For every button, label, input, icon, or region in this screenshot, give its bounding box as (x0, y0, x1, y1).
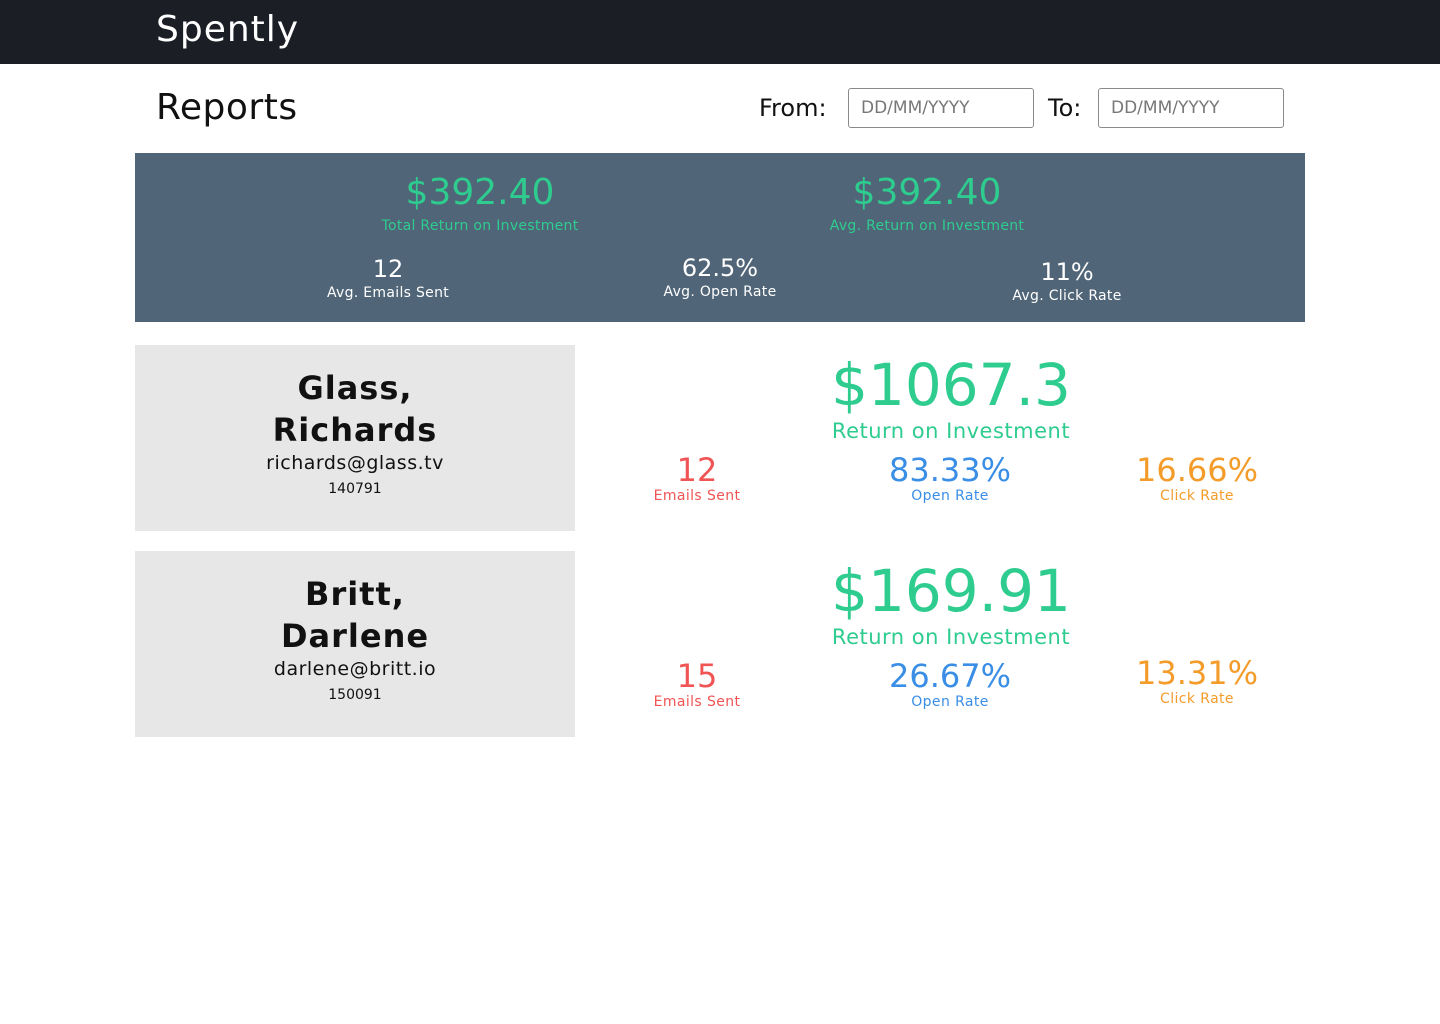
brand-logo[interactable]: Spently (156, 8, 299, 52)
avg-emails-summary: 12 Avg. Emails Sent (327, 254, 449, 302)
client-id: 150091 (328, 687, 382, 703)
emails-sent-value: 12 (676, 451, 718, 489)
summary-panel: $392.40 Total Return on Investment $392.… (135, 153, 1305, 322)
client-name: Britt, Darlene (135, 573, 575, 657)
emails-sent-stat: 12 Emails Sent (654, 453, 741, 505)
client-card[interactable]: Britt, Darlene darlene@britt.io 150091 (135, 551, 575, 737)
avg-roi-summary: $392.40 Avg. Return on Investment (830, 171, 1024, 235)
client-name-line2: Darlene (280, 617, 430, 655)
open-rate-value: 83.33% (888, 451, 1012, 489)
client-name: Glass, Richards (135, 367, 575, 451)
emails-sent-stat: 15 Emails Sent (654, 659, 741, 711)
open-rate-stat: 83.33% Open Rate (889, 453, 1011, 505)
total-roi-label: Total Return on Investment (381, 218, 579, 234)
open-rate-label: Open Rate (911, 694, 989, 710)
open-rate-value: 26.67% (888, 657, 1012, 695)
emails-sent-label: Emails Sent (653, 694, 741, 710)
top-navbar: Spently (0, 0, 1440, 64)
avg-emails-label: Avg. Emails Sent (326, 285, 450, 301)
roi-value: $1067.3 (831, 351, 1071, 419)
from-label: From: (759, 94, 827, 122)
click-rate-label: Click Rate (1160, 488, 1234, 504)
open-rate-stat: 26.67% Open Rate (889, 659, 1011, 711)
avg-open-value: 62.5% (681, 254, 759, 282)
page-title: Reports (156, 87, 298, 128)
client-name-line2: Richards (272, 411, 438, 449)
avg-open-summary: 62.5% Avg. Open Rate (664, 253, 777, 301)
avg-click-summary: 11% Avg. Click Rate (1012, 257, 1121, 305)
emails-sent-label: Emails Sent (653, 488, 741, 504)
total-roi-summary: $392.40 Total Return on Investment (381, 171, 578, 235)
avg-open-label: Avg. Open Rate (663, 284, 777, 300)
total-roi-value: $392.40 (405, 172, 555, 213)
client-name-line1: Glass, (297, 369, 413, 407)
from-date-input[interactable] (848, 88, 1034, 128)
client-card[interactable]: Glass, Richards richards@glass.tv 140791 (135, 345, 575, 531)
avg-roi-value: $392.40 (852, 172, 1002, 213)
roi-label: Return on Investment (831, 625, 1071, 649)
open-rate-label: Open Rate (911, 488, 989, 504)
click-rate-stat: 13.31% Click Rate (1136, 656, 1258, 708)
click-rate-value: 13.31% (1135, 654, 1259, 692)
client-id: 140791 (328, 481, 382, 497)
click-rate-value: 16.66% (1135, 451, 1259, 489)
avg-click-label: Avg. Click Rate (1012, 288, 1122, 304)
click-rate-label: Click Rate (1160, 691, 1234, 707)
click-rate-stat: 16.66% Click Rate (1136, 453, 1258, 505)
to-date-input[interactable] (1098, 88, 1284, 128)
avg-emails-value: 12 (372, 255, 404, 283)
avg-roi-label: Avg. Return on Investment (829, 218, 1025, 234)
roi-value: $169.91 (831, 557, 1071, 625)
client-roi: $1067.3 Return on Investment (831, 352, 1071, 444)
client-email: richards@glass.tv (266, 452, 444, 474)
roi-label: Return on Investment (831, 419, 1071, 443)
to-label: To: (1048, 94, 1082, 122)
client-email: darlene@britt.io (273, 658, 437, 680)
client-roi: $169.91 Return on Investment (831, 558, 1071, 650)
emails-sent-value: 15 (676, 657, 718, 695)
avg-click-value: 11% (1040, 258, 1094, 286)
client-name-line1: Britt, (305, 575, 405, 613)
